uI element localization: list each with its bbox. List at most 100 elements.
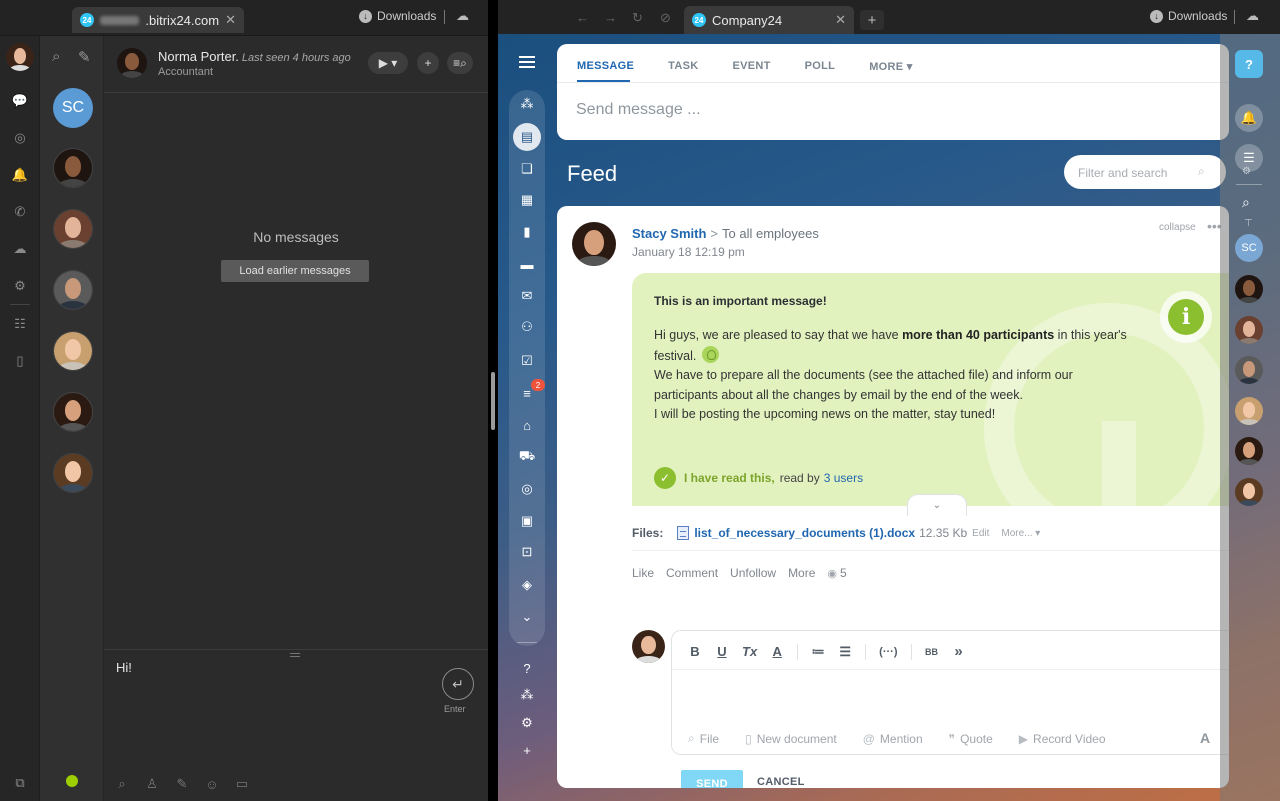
resize-grip[interactable] <box>290 653 300 657</box>
search-icon[interactable]: ⌕ <box>52 48 60 65</box>
feed-icon[interactable]: ▤ <box>513 123 541 151</box>
recent-contact-avatar[interactable] <box>1235 437 1263 465</box>
send-button[interactable]: SEND <box>681 770 743 788</box>
contact-card-icon[interactable]: ▣ <box>517 511 537 531</box>
recent-contact-avatar[interactable] <box>1235 397 1263 425</box>
send-message-input[interactable]: Send message ... <box>576 101 701 119</box>
calendar-icon[interactable]: ▦ <box>517 190 537 210</box>
file-edit-link[interactable]: Edit <box>972 528 989 539</box>
settings-icon[interactable]: ⚙ <box>517 713 537 733</box>
edit-icon[interactable]: ✎ <box>174 776 190 792</box>
recent-contact-avatar[interactable] <box>1235 478 1263 506</box>
more-tools-button[interactable]: » <box>952 643 966 660</box>
mention-button[interactable]: @ Mention <box>863 732 923 746</box>
bell-icon[interactable]: 🔔 <box>12 167 28 183</box>
paperclip-icon[interactable]: ⌕ <box>114 776 130 792</box>
recipient-name[interactable]: To all employees <box>722 226 819 241</box>
downloads-button[interactable]: ↓ Downloads <box>359 9 436 23</box>
like-link[interactable]: Like <box>632 566 654 580</box>
file-link[interactable]: list_of_necessary_documents (1).docx <box>694 526 915 540</box>
code-button[interactable]: (···) <box>879 646 897 658</box>
tasks-add-icon[interactable]: ☷ <box>12 316 28 332</box>
bell-icon[interactable]: 🔔 <box>1235 104 1263 132</box>
robot-icon[interactable]: ⊡ <box>517 542 537 562</box>
numbered-list-button[interactable]: ≔ <box>811 644 825 660</box>
collapse-link[interactable]: collapse <box>1159 222 1196 233</box>
forward-icon[interactable]: → <box>604 10 617 25</box>
compose-icon[interactable]: ✎ <box>78 48 91 66</box>
cloud-upload-icon[interactable]: ☁ <box>12 241 28 257</box>
tab-poll[interactable]: POLL <box>805 60 836 73</box>
more-link[interactable]: More <box>788 566 815 580</box>
cart-icon[interactable]: ⛟ <box>517 447 537 467</box>
check-icon[interactable]: ✓ <box>654 467 676 489</box>
filter-search-input[interactable]: Filter and search ⌕ <box>1064 155 1226 189</box>
user-avatar-sc[interactable]: SC <box>1235 234 1263 262</box>
load-earlier-button[interactable]: Load earlier messages <box>221 260 369 282</box>
send-enter-button[interactable]: ↵ <box>442 668 474 700</box>
author-name[interactable]: Stacy Smith <box>632 226 706 241</box>
read-confirm-label[interactable]: I have read this, <box>684 471 775 485</box>
close-tab-icon[interactable]: ✕ <box>225 12 236 28</box>
cloud-icon[interactable]: ☁ <box>456 8 474 23</box>
back-icon[interactable]: ← <box>576 10 589 25</box>
open-lines-icon[interactable]: ◎ <box>12 130 28 146</box>
text-format-button[interactable]: A <box>1200 730 1210 746</box>
chat-avatar-sc[interactable]: SC <box>53 88 93 128</box>
contact-avatar[interactable] <box>117 48 147 78</box>
bank-icon[interactable]: ⌂ <box>517 415 537 435</box>
box-icon[interactable]: ◈ <box>517 575 537 595</box>
hamburger-menu-icon[interactable] <box>519 56 535 68</box>
font-color-button[interactable]: A <box>770 644 784 659</box>
file-attach-button[interactable]: ⌕ File <box>688 731 719 746</box>
link-icon[interactable]: ⊘ <box>660 10 671 26</box>
underline-button[interactable]: U <box>715 644 729 659</box>
comment-link[interactable]: Comment <box>666 566 718 580</box>
reload-icon[interactable]: ↻ <box>632 10 643 26</box>
search-icon[interactable]: ⌕ <box>1242 194 1250 211</box>
contact-name-line[interactable]: Norma Porter. Last seen 4 hours ago <box>158 49 351 64</box>
new-document-button[interactable]: ▯ New document <box>745 732 837 746</box>
search-icon[interactable]: ⌕ <box>1198 164 1205 179</box>
chat-avatar[interactable] <box>53 270 93 310</box>
stream-icon[interactable]: ⁂ <box>517 94 537 114</box>
chats-icon[interactable]: ❏ <box>517 159 537 179</box>
sitemap-icon[interactable]: ⁂ <box>517 685 537 705</box>
author-avatar[interactable] <box>572 222 616 266</box>
file-more-dropdown[interactable]: More... ▾ <box>1001 528 1040 539</box>
tasks-icon[interactable]: ☑ <box>517 351 537 371</box>
documents-icon[interactable]: ▮ <box>517 222 537 242</box>
views-counter[interactable]: ◉ 5 <box>827 566 846 580</box>
person-icon[interactable]: ♙ <box>144 776 160 792</box>
help-circle-icon[interactable]: ? <box>517 658 537 678</box>
groups-icon[interactable]: ⚇ <box>517 317 537 337</box>
chat-avatar[interactable] <box>53 331 93 371</box>
bold-button[interactable]: B <box>688 644 702 659</box>
window-split-handle[interactable] <box>491 372 495 430</box>
target-icon[interactable]: ◎ <box>517 479 537 499</box>
my-avatar[interactable] <box>6 43 34 71</box>
bookmark-icon[interactable]: ▯ <box>12 353 28 369</box>
expand-post-button[interactable]: ⌄ <box>907 494 967 516</box>
clear-format-button[interactable]: Tx <box>742 644 757 659</box>
drive-icon[interactable]: ▬ <box>517 254 537 274</box>
new-tab-button[interactable]: + <box>860 10 884 30</box>
pin-icon[interactable]: ⊤ <box>1244 218 1253 229</box>
online-status-dot[interactable] <box>66 775 78 787</box>
cancel-button[interactable]: CANCEL <box>757 776 805 788</box>
close-tab-icon[interactable]: ✕ <box>835 12 846 28</box>
windows-icon[interactable]: ⧉ <box>12 775 28 791</box>
tab-event[interactable]: EVENT <box>732 60 770 73</box>
chat-avatar[interactable] <box>53 209 93 249</box>
mail-icon[interactable]: ✉ <box>517 286 537 306</box>
gear-icon[interactable]: ⚙ <box>1242 166 1251 177</box>
tab-task[interactable]: TASK <box>668 60 698 73</box>
screen-icon[interactable]: ▭ <box>234 776 250 792</box>
gear-icon[interactable]: ⚙ <box>12 278 28 294</box>
record-video-button[interactable]: ▶ Record Video <box>1019 732 1106 746</box>
tab-more[interactable]: MORE ▾ <box>869 60 912 73</box>
help-button[interactable]: ? <box>1235 50 1263 78</box>
recent-contact-avatar[interactable] <box>1235 356 1263 384</box>
chat-icon[interactable]: 💬 <box>12 93 28 109</box>
bullet-list-button[interactable]: ☰ <box>838 644 852 660</box>
